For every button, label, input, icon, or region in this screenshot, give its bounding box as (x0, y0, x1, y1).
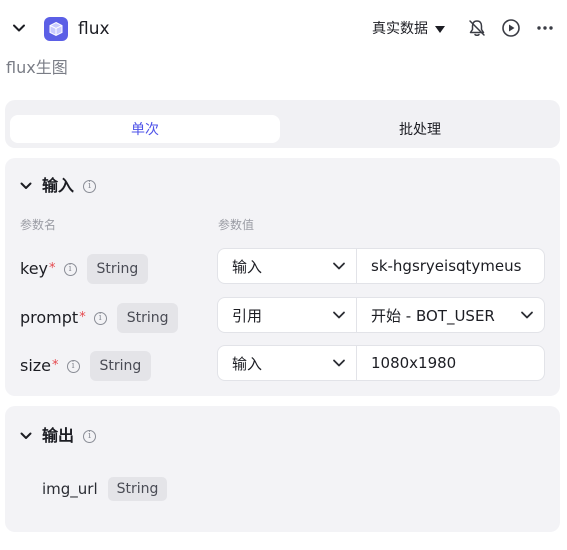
column-label-name: 参数名 (20, 218, 57, 232)
param-name: size* (20, 356, 59, 375)
chevron-down-icon (521, 311, 533, 319)
type-tag: String (116, 303, 179, 333)
tab-batch[interactable]: 批处理 (285, 115, 555, 143)
info-icon[interactable]: i (66, 359, 80, 373)
reference-value: 开始 - BOT_USER (371, 306, 495, 325)
type-tag: String (89, 351, 152, 381)
play-circle-icon[interactable] (500, 17, 522, 39)
caret-down-icon (435, 26, 445, 33)
column-label-value: 参数值 (218, 218, 255, 232)
data-mode-label: 真实数据 (372, 21, 428, 37)
param-name: key* (20, 259, 56, 278)
data-mode-dropdown[interactable]: 真实数据 (372, 18, 445, 40)
param-name-group: prompt* i String (20, 303, 179, 333)
info-icon[interactable]: i (93, 311, 107, 325)
reference-select[interactable]: 开始 - BOT_USER (356, 297, 545, 333)
chevron-down-icon (333, 359, 345, 367)
param-name-group: size* i String (20, 351, 152, 381)
param-row-key: key* i String 输入 sk-hgsryeisqtymeus (5, 248, 560, 284)
input-mode-select[interactable]: 引用 (217, 297, 357, 333)
chevron-down-icon (20, 432, 32, 439)
input-mode-value: 输入 (232, 257, 263, 276)
run-mode-tabs: 单次 批处理 (5, 100, 560, 148)
output-section-header[interactable]: 输出 i (19, 425, 97, 447)
param-value-text: 1080x1980 (371, 354, 457, 372)
param-value-input[interactable]: 1080x1980 (356, 345, 545, 381)
info-icon[interactable]: i (63, 262, 77, 276)
tab-single[interactable]: 单次 (10, 115, 280, 143)
param-value-text: sk-hgsryeisqtymeus (371, 257, 522, 275)
input-mode-value: 输入 (232, 354, 263, 373)
param-name-group: key* i String (20, 254, 149, 284)
required-mark: * (52, 358, 59, 373)
more-icon[interactable] (534, 17, 556, 39)
input-mode-select[interactable]: 输入 (217, 345, 357, 381)
param-value-input[interactable]: sk-hgsryeisqtymeus (356, 248, 545, 284)
input-mode-value: 引用 (232, 306, 263, 325)
chevron-down-icon (20, 182, 32, 189)
node-description: flux生图 (6, 58, 68, 77)
input-section-title: 输入 (42, 176, 75, 195)
required-mark: * (49, 261, 56, 276)
input-mode-select[interactable]: 输入 (217, 248, 357, 284)
output-field-row: img_url String (42, 477, 168, 501)
output-section-title: 输出 (42, 426, 75, 445)
output-section: 输出 i img_url String (5, 406, 560, 532)
param-row-size: size* i String 输入 1080x1980 (5, 345, 560, 381)
chevron-down-icon (333, 311, 345, 319)
bell-off-icon[interactable] (466, 17, 488, 39)
required-mark: * (79, 310, 86, 325)
input-section-header[interactable]: 输入 i (19, 175, 97, 197)
param-row-prompt: prompt* i String 引用 开始 - BOT_USER (5, 297, 560, 333)
output-field-name: img_url (42, 480, 98, 498)
node-title: flux (78, 19, 110, 39)
cube-app-icon (44, 17, 68, 41)
info-icon[interactable]: i (83, 429, 97, 443)
chevron-down-icon[interactable] (10, 19, 28, 37)
info-icon[interactable]: i (83, 179, 97, 193)
chevron-down-icon (333, 262, 345, 270)
type-tag: String (107, 477, 168, 501)
type-tag: String (86, 254, 149, 284)
input-section: 输入 i 参数名 参数值 key* i String 输入 sk-hgsryei… (5, 158, 560, 396)
node-header: flux 真实数据 (0, 0, 567, 56)
param-name: prompt* (20, 308, 86, 327)
